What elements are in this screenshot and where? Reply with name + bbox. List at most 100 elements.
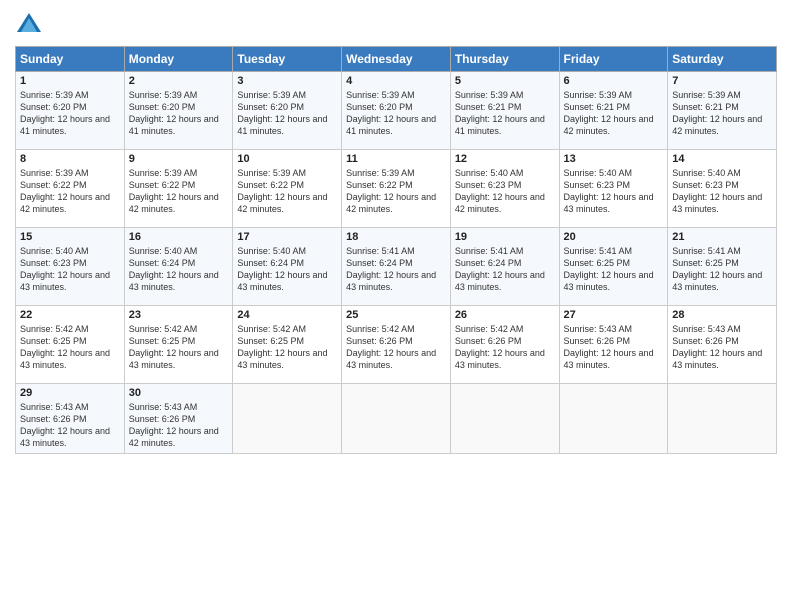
cell-content: Sunrise: 5:39 AM Sunset: 6:20 PM Dayligh… <box>20 89 120 138</box>
cell-content: Sunrise: 5:39 AM Sunset: 6:21 PM Dayligh… <box>672 89 772 138</box>
calendar-cell: 1 Sunrise: 5:39 AM Sunset: 6:20 PM Dayli… <box>16 72 125 150</box>
day-number: 1 <box>20 75 120 87</box>
cell-content: Sunrise: 5:43 AM Sunset: 6:26 PM Dayligh… <box>564 323 664 372</box>
calendar-cell: 17 Sunrise: 5:40 AM Sunset: 6:24 PM Dayl… <box>233 228 342 306</box>
calendar-cell: 11 Sunrise: 5:39 AM Sunset: 6:22 PM Dayl… <box>342 150 451 228</box>
cell-content: Sunrise: 5:40 AM Sunset: 6:24 PM Dayligh… <box>237 245 337 294</box>
calendar-cell: 18 Sunrise: 5:41 AM Sunset: 6:24 PM Dayl… <box>342 228 451 306</box>
calendar-cell: 4 Sunrise: 5:39 AM Sunset: 6:20 PM Dayli… <box>342 72 451 150</box>
cell-content: Sunrise: 5:41 AM Sunset: 6:24 PM Dayligh… <box>455 245 555 294</box>
day-number: 5 <box>455 75 555 87</box>
day-number: 30 <box>129 387 229 399</box>
day-number: 17 <box>237 231 337 243</box>
cell-content: Sunrise: 5:40 AM Sunset: 6:23 PM Dayligh… <box>455 167 555 216</box>
day-number: 22 <box>20 309 120 321</box>
cell-content: Sunrise: 5:42 AM Sunset: 6:26 PM Dayligh… <box>455 323 555 372</box>
calendar-cell: 6 Sunrise: 5:39 AM Sunset: 6:21 PM Dayli… <box>559 72 668 150</box>
calendar-cell <box>233 384 342 454</box>
calendar-cell: 28 Sunrise: 5:43 AM Sunset: 6:26 PM Dayl… <box>668 306 777 384</box>
calendar-cell: 20 Sunrise: 5:41 AM Sunset: 6:25 PM Dayl… <box>559 228 668 306</box>
calendar-cell: 26 Sunrise: 5:42 AM Sunset: 6:26 PM Dayl… <box>450 306 559 384</box>
calendar-cell <box>668 384 777 454</box>
calendar-cell: 22 Sunrise: 5:42 AM Sunset: 6:25 PM Dayl… <box>16 306 125 384</box>
calendar-cell: 15 Sunrise: 5:40 AM Sunset: 6:23 PM Dayl… <box>16 228 125 306</box>
day-number: 27 <box>564 309 664 321</box>
logo <box>15 10 47 38</box>
day-number: 7 <box>672 75 772 87</box>
calendar-cell: 3 Sunrise: 5:39 AM Sunset: 6:20 PM Dayli… <box>233 72 342 150</box>
cell-content: Sunrise: 5:39 AM Sunset: 6:22 PM Dayligh… <box>20 167 120 216</box>
cell-content: Sunrise: 5:39 AM Sunset: 6:21 PM Dayligh… <box>455 89 555 138</box>
calendar-cell: 16 Sunrise: 5:40 AM Sunset: 6:24 PM Dayl… <box>124 228 233 306</box>
day-number: 9 <box>129 153 229 165</box>
calendar-cell: 27 Sunrise: 5:43 AM Sunset: 6:26 PM Dayl… <box>559 306 668 384</box>
day-number: 4 <box>346 75 446 87</box>
calendar-cell <box>559 384 668 454</box>
cell-content: Sunrise: 5:43 AM Sunset: 6:26 PM Dayligh… <box>129 401 229 450</box>
calendar-cell: 30 Sunrise: 5:43 AM Sunset: 6:26 PM Dayl… <box>124 384 233 454</box>
cell-content: Sunrise: 5:42 AM Sunset: 6:25 PM Dayligh… <box>237 323 337 372</box>
cell-content: Sunrise: 5:40 AM Sunset: 6:24 PM Dayligh… <box>129 245 229 294</box>
day-number: 2 <box>129 75 229 87</box>
day-number: 20 <box>564 231 664 243</box>
day-number: 29 <box>20 387 120 399</box>
day-number: 25 <box>346 309 446 321</box>
cell-content: Sunrise: 5:39 AM Sunset: 6:21 PM Dayligh… <box>564 89 664 138</box>
cell-content: Sunrise: 5:41 AM Sunset: 6:25 PM Dayligh… <box>672 245 772 294</box>
cell-content: Sunrise: 5:39 AM Sunset: 6:20 PM Dayligh… <box>129 89 229 138</box>
calendar-cell: 9 Sunrise: 5:39 AM Sunset: 6:22 PM Dayli… <box>124 150 233 228</box>
day-number: 14 <box>672 153 772 165</box>
day-number: 6 <box>564 75 664 87</box>
calendar-cell: 21 Sunrise: 5:41 AM Sunset: 6:25 PM Dayl… <box>668 228 777 306</box>
page: SundayMondayTuesdayWednesdayThursdayFrid… <box>0 0 792 612</box>
calendar-table: SundayMondayTuesdayWednesdayThursdayFrid… <box>15 46 777 454</box>
logo-icon <box>15 10 43 38</box>
cell-content: Sunrise: 5:42 AM Sunset: 6:26 PM Dayligh… <box>346 323 446 372</box>
cell-content: Sunrise: 5:42 AM Sunset: 6:25 PM Dayligh… <box>20 323 120 372</box>
day-number: 13 <box>564 153 664 165</box>
cell-content: Sunrise: 5:39 AM Sunset: 6:20 PM Dayligh… <box>346 89 446 138</box>
cell-content: Sunrise: 5:39 AM Sunset: 6:22 PM Dayligh… <box>129 167 229 216</box>
cell-content: Sunrise: 5:39 AM Sunset: 6:20 PM Dayligh… <box>237 89 337 138</box>
cell-content: Sunrise: 5:40 AM Sunset: 6:23 PM Dayligh… <box>20 245 120 294</box>
day-number: 28 <box>672 309 772 321</box>
day-number: 24 <box>237 309 337 321</box>
cell-content: Sunrise: 5:43 AM Sunset: 6:26 PM Dayligh… <box>672 323 772 372</box>
day-number: 15 <box>20 231 120 243</box>
day-number: 10 <box>237 153 337 165</box>
calendar-cell: 10 Sunrise: 5:39 AM Sunset: 6:22 PM Dayl… <box>233 150 342 228</box>
day-number: 19 <box>455 231 555 243</box>
cell-content: Sunrise: 5:40 AM Sunset: 6:23 PM Dayligh… <box>564 167 664 216</box>
cell-content: Sunrise: 5:39 AM Sunset: 6:22 PM Dayligh… <box>237 167 337 216</box>
calendar-weekday-header: Wednesday <box>342 47 451 72</box>
calendar-cell: 25 Sunrise: 5:42 AM Sunset: 6:26 PM Dayl… <box>342 306 451 384</box>
cell-content: Sunrise: 5:42 AM Sunset: 6:25 PM Dayligh… <box>129 323 229 372</box>
calendar-weekday-header: Saturday <box>668 47 777 72</box>
calendar-weekday-header: Sunday <box>16 47 125 72</box>
day-number: 16 <box>129 231 229 243</box>
cell-content: Sunrise: 5:41 AM Sunset: 6:24 PM Dayligh… <box>346 245 446 294</box>
calendar-weekday-header: Monday <box>124 47 233 72</box>
day-number: 8 <box>20 153 120 165</box>
day-number: 18 <box>346 231 446 243</box>
day-number: 26 <box>455 309 555 321</box>
calendar-weekday-header: Thursday <box>450 47 559 72</box>
calendar-cell: 12 Sunrise: 5:40 AM Sunset: 6:23 PM Dayl… <box>450 150 559 228</box>
header <box>15 10 777 38</box>
calendar-cell <box>342 384 451 454</box>
cell-content: Sunrise: 5:43 AM Sunset: 6:26 PM Dayligh… <box>20 401 120 450</box>
day-number: 23 <box>129 309 229 321</box>
day-number: 11 <box>346 153 446 165</box>
calendar-cell: 19 Sunrise: 5:41 AM Sunset: 6:24 PM Dayl… <box>450 228 559 306</box>
day-number: 3 <box>237 75 337 87</box>
calendar-cell: 13 Sunrise: 5:40 AM Sunset: 6:23 PM Dayl… <box>559 150 668 228</box>
calendar-cell: 29 Sunrise: 5:43 AM Sunset: 6:26 PM Dayl… <box>16 384 125 454</box>
calendar-cell: 5 Sunrise: 5:39 AM Sunset: 6:21 PM Dayli… <box>450 72 559 150</box>
calendar-cell: 24 Sunrise: 5:42 AM Sunset: 6:25 PM Dayl… <box>233 306 342 384</box>
calendar-header-row: SundayMondayTuesdayWednesdayThursdayFrid… <box>16 47 777 72</box>
calendar-cell: 23 Sunrise: 5:42 AM Sunset: 6:25 PM Dayl… <box>124 306 233 384</box>
calendar-cell: 2 Sunrise: 5:39 AM Sunset: 6:20 PM Dayli… <box>124 72 233 150</box>
day-number: 12 <box>455 153 555 165</box>
calendar-cell <box>450 384 559 454</box>
calendar-cell: 7 Sunrise: 5:39 AM Sunset: 6:21 PM Dayli… <box>668 72 777 150</box>
